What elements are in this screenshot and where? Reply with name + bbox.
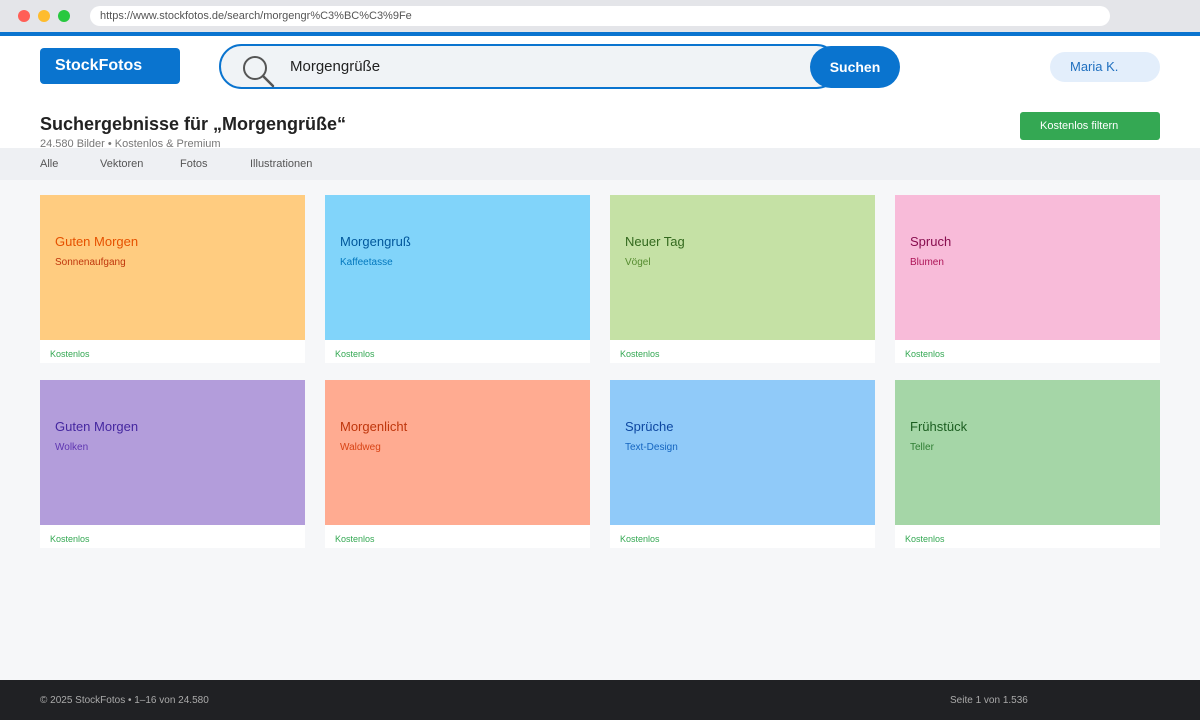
- result-title: Sprüche: [625, 419, 674, 434]
- result-card[interactable]: Spruch Blumen Kostenlos: [895, 195, 1160, 363]
- result-card[interactable]: Neuer Tag Vögel Kostenlos: [610, 195, 875, 363]
- tab-alle[interactable]: Alle: [40, 148, 58, 180]
- result-card[interactable]: Guten Morgen Sonnenaufgang Kostenlos: [40, 195, 305, 363]
- maximize-window-icon[interactable]: [58, 10, 70, 22]
- address-bar[interactable]: https://www.stockfotos.de/search/morgeng…: [90, 6, 1110, 26]
- result-title: Frühstück: [910, 419, 968, 434]
- result-subtitle: Vögel: [625, 257, 651, 268]
- user-menu[interactable]: Maria K.: [1050, 52, 1160, 82]
- close-window-icon[interactable]: [18, 10, 30, 22]
- result-subtitle: Blumen: [910, 257, 944, 268]
- search-input[interactable]: [290, 46, 790, 87]
- site-header: StockFotos Suchen Maria K. Suchergebniss…: [0, 36, 1200, 150]
- result-card[interactable]: Morgengruß Kaffeetasse Kostenlos: [325, 195, 590, 363]
- search-box[interactable]: [219, 44, 839, 89]
- result-title: Neuer Tag: [625, 234, 685, 249]
- result-card[interactable]: Frühstück Teller Kostenlos: [895, 380, 1160, 548]
- license-badge: Kostenlos: [50, 534, 90, 544]
- free-filter-button[interactable]: Kostenlos filtern: [1020, 112, 1160, 140]
- browser-chrome: https://www.stockfotos.de/search/morgeng…: [0, 0, 1200, 32]
- result-title: Guten Morgen: [55, 419, 139, 434]
- license-badge: Kostenlos: [620, 349, 660, 359]
- result-subtitle: Wolken: [55, 442, 89, 453]
- search-icon: [243, 56, 275, 88]
- license-badge: Kostenlos: [335, 534, 375, 544]
- license-badge: Kostenlos: [905, 534, 945, 544]
- tab-vektoren[interactable]: Vektoren: [100, 148, 143, 180]
- result-subtitle: Teller: [910, 442, 934, 453]
- result-title: Morgengruß: [340, 234, 411, 249]
- result-card[interactable]: Morgenlicht Waldweg Kostenlos: [325, 380, 590, 548]
- page-title: Suchergebnisse für „Morgengrüße“: [40, 114, 347, 134]
- result-subtitle: Sonnenaufgang: [55, 257, 126, 268]
- result-subtitle: Text-Design: [625, 442, 678, 453]
- site-footer: © 2025 StockFotos • 1–16 von 24.580 Seit…: [0, 680, 1200, 720]
- license-badge: Kostenlos: [50, 349, 90, 359]
- minimize-window-icon[interactable]: [38, 10, 50, 22]
- result-title: Morgenlicht: [340, 419, 408, 434]
- search-button[interactable]: Suchen: [810, 46, 900, 88]
- tab-fotos[interactable]: Fotos: [180, 148, 208, 180]
- result-thumbnail[interactable]: [895, 380, 1160, 525]
- tab-illustrationen[interactable]: Illustrationen: [250, 148, 312, 180]
- pagination-status: Seite 1 von 1.536: [950, 695, 1028, 706]
- result-title: Spruch: [910, 234, 952, 249]
- result-title: Guten Morgen: [55, 234, 139, 249]
- license-badge: Kostenlos: [620, 534, 660, 544]
- license-badge: Kostenlos: [905, 349, 945, 359]
- footer-copyright: © 2025 StockFotos • 1–16 von 24.580: [40, 695, 209, 706]
- result-subtitle: Waldweg: [340, 442, 381, 453]
- result-card[interactable]: Guten Morgen Wolken Kostenlos: [40, 380, 305, 548]
- site-logo[interactable]: StockFotos: [40, 48, 180, 84]
- category-tabs: Alle Vektoren Fotos Illustrationen: [0, 148, 1200, 180]
- license-badge: Kostenlos: [335, 349, 375, 359]
- result-subtitle: Kaffeetasse: [340, 257, 393, 268]
- result-card[interactable]: Sprüche Text-Design Kostenlos: [610, 380, 875, 548]
